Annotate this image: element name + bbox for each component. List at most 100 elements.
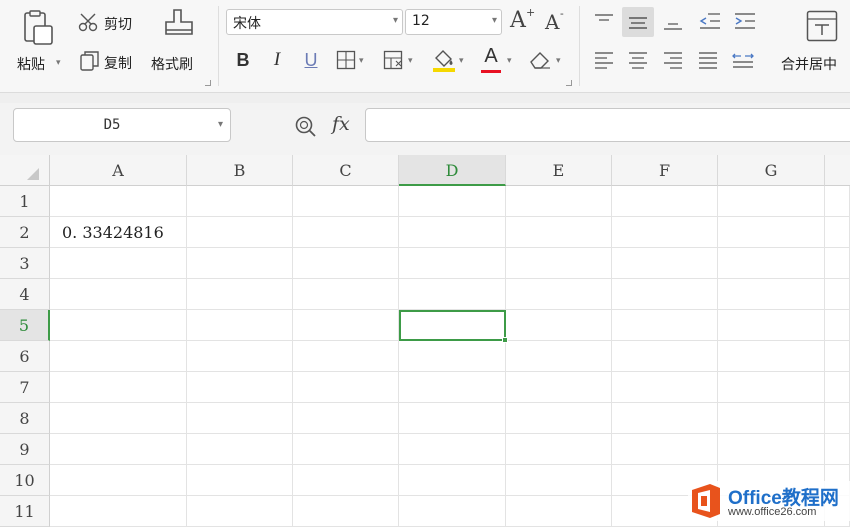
cell-a2[interactable]: 0. 33424816	[50, 217, 187, 248]
align-left-icon[interactable]	[593, 50, 615, 70]
cell-c3[interactable]	[293, 248, 399, 279]
row-header-11[interactable]: 11	[0, 496, 50, 527]
cell-a3[interactable]	[50, 248, 187, 279]
cell-b2[interactable]	[187, 217, 293, 248]
align-bottom-icon[interactable]	[662, 12, 684, 32]
cell-f3[interactable]	[612, 248, 718, 279]
cell-e1[interactable]	[506, 186, 612, 217]
font-name-select[interactable]: 宋体 ▾	[226, 9, 403, 35]
cell-d5[interactable]	[399, 310, 506, 341]
column-header-a[interactable]: A	[50, 155, 187, 186]
cell-f5[interactable]	[612, 310, 718, 341]
cell-b8[interactable]	[187, 403, 293, 434]
cell-d8[interactable]	[399, 403, 506, 434]
cell-e9[interactable]	[506, 434, 612, 465]
cell-h1[interactable]	[825, 186, 850, 217]
cell-d2[interactable]	[399, 217, 506, 248]
cell-b9[interactable]	[187, 434, 293, 465]
clear-dropdown-icon[interactable]: ▾	[556, 56, 561, 66]
cell-d6[interactable]	[399, 341, 506, 372]
cell-d9[interactable]	[399, 434, 506, 465]
cell-d11[interactable]	[399, 496, 506, 527]
cell-a7[interactable]	[50, 372, 187, 403]
cell-e7[interactable]	[506, 372, 612, 403]
align-right-icon[interactable]	[662, 50, 684, 70]
cell-b7[interactable]	[187, 372, 293, 403]
zoom-search-icon[interactable]	[294, 115, 318, 139]
cell-e3[interactable]	[506, 248, 612, 279]
cell-a4[interactable]	[50, 279, 187, 310]
cell-h3[interactable]	[825, 248, 850, 279]
cell-d4[interactable]	[399, 279, 506, 310]
cell-g4[interactable]	[718, 279, 825, 310]
fill-color-dropdown-icon[interactable]: ▾	[459, 56, 464, 66]
row-header-9[interactable]: 9	[0, 434, 50, 465]
fill-color-icon[interactable]	[432, 47, 456, 73]
cell-d3[interactable]	[399, 248, 506, 279]
column-header-d[interactable]: D	[399, 155, 506, 186]
row-header-3[interactable]: 3	[0, 248, 50, 279]
decrease-indent-icon[interactable]	[698, 11, 722, 31]
format-painter-icon[interactable]	[164, 8, 194, 46]
cell-h4[interactable]	[825, 279, 850, 310]
cell-g2[interactable]	[718, 217, 825, 248]
eraser-icon[interactable]	[528, 49, 552, 71]
cell-c6[interactable]	[293, 341, 399, 372]
cell-b10[interactable]	[187, 465, 293, 496]
row-header-5[interactable]: 5	[0, 310, 50, 341]
bold-button[interactable]: B	[232, 49, 254, 71]
cell-b4[interactable]	[187, 279, 293, 310]
cell-e5[interactable]	[506, 310, 612, 341]
column-header-c[interactable]: C	[293, 155, 399, 186]
cell-f2[interactable]	[612, 217, 718, 248]
border-icon[interactable]	[336, 50, 356, 70]
cell-f6[interactable]	[612, 341, 718, 372]
cell-c10[interactable]	[293, 465, 399, 496]
cell-g1[interactable]	[718, 186, 825, 217]
cell-c8[interactable]	[293, 403, 399, 434]
row-header-6[interactable]: 6	[0, 341, 50, 372]
cell-b5[interactable]	[187, 310, 293, 341]
cell-e6[interactable]	[506, 341, 612, 372]
cell-h2[interactable]	[825, 217, 850, 248]
align-middle-icon[interactable]	[622, 7, 654, 37]
name-box[interactable]: D5 ▾	[13, 108, 231, 142]
align-center-icon[interactable]	[627, 50, 649, 70]
format-painter-button[interactable]: 格式刷	[151, 54, 193, 74]
increase-font-size-button[interactable]: A +	[510, 6, 535, 36]
scissors-icon[interactable]	[78, 13, 100, 33]
cell-f7[interactable]	[612, 372, 718, 403]
cell-f1[interactable]	[612, 186, 718, 217]
justify-icon[interactable]	[697, 50, 719, 70]
paste-dropdown-icon[interactable]: ▾	[56, 58, 61, 68]
align-top-icon[interactable]	[593, 12, 615, 32]
cell-h7[interactable]	[825, 372, 850, 403]
merge-center-icon[interactable]	[806, 10, 838, 42]
decrease-font-size-button[interactable]: A-	[545, 7, 569, 38]
cell-e8[interactable]	[506, 403, 612, 434]
cell-style-icon[interactable]	[383, 50, 405, 70]
cell-h5[interactable]	[825, 310, 850, 341]
cell-c5[interactable]	[293, 310, 399, 341]
cell-e4[interactable]	[506, 279, 612, 310]
copy-icon[interactable]	[80, 50, 100, 72]
row-header-4[interactable]: 4	[0, 279, 50, 310]
cell-style-dropdown-icon[interactable]: ▾	[408, 56, 413, 66]
chevron-down-icon[interactable]: ▾	[218, 119, 223, 130]
cell-c11[interactable]	[293, 496, 399, 527]
column-header-e[interactable]: E	[506, 155, 612, 186]
cell-g3[interactable]	[718, 248, 825, 279]
increase-indent-icon[interactable]	[733, 11, 757, 31]
cell-a11[interactable]	[50, 496, 187, 527]
cell-g5[interactable]	[718, 310, 825, 341]
cell-e2[interactable]	[506, 217, 612, 248]
cell-b6[interactable]	[187, 341, 293, 372]
cell-g9[interactable]	[718, 434, 825, 465]
cell-g6[interactable]	[718, 341, 825, 372]
cell-f9[interactable]	[612, 434, 718, 465]
select-all-button[interactable]	[0, 155, 50, 186]
cell-h9[interactable]	[825, 434, 850, 465]
row-header-2[interactable]: 2	[0, 217, 50, 248]
cell-b1[interactable]	[187, 186, 293, 217]
border-dropdown-icon[interactable]: ▾	[359, 56, 364, 66]
